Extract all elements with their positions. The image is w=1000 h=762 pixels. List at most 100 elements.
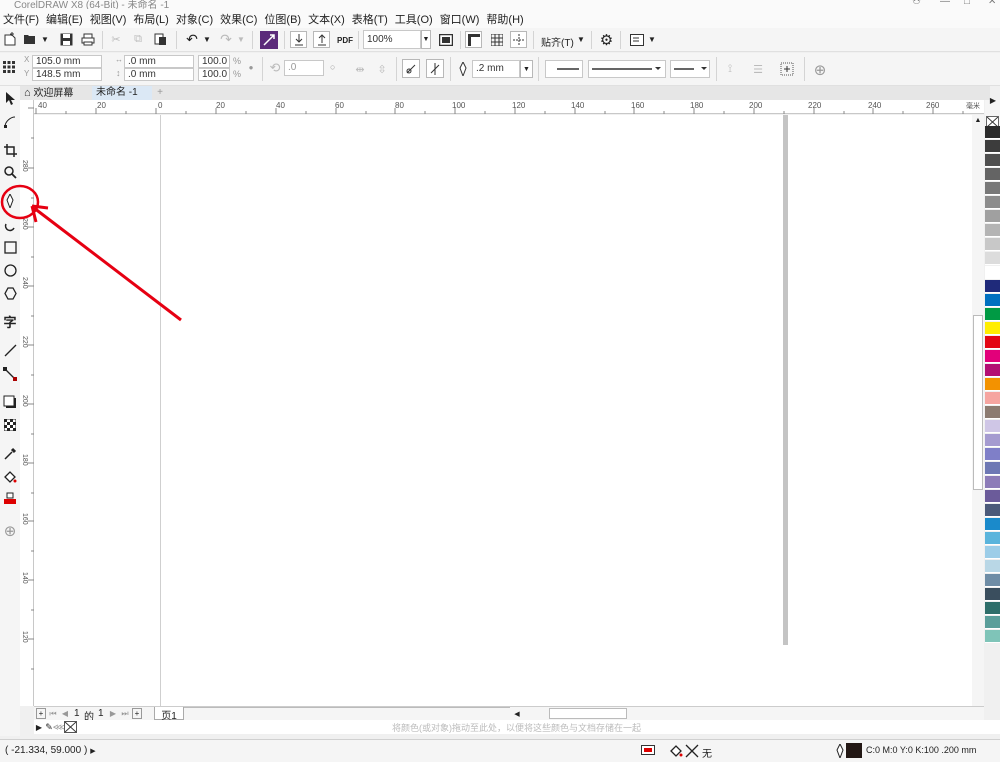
menu-tools[interactable]: 工具(O) [395, 11, 440, 27]
connector-icon[interactable] [0, 364, 20, 384]
artistic-brush-icon[interactable] [0, 216, 20, 236]
add-page-after-icon[interactable]: + [132, 708, 142, 719]
shape-edit-icon[interactable] [0, 112, 20, 132]
menu-table[interactable]: 表格(T) [352, 11, 395, 27]
width-input[interactable]: .0 mm [124, 55, 194, 68]
add-plus-circle-icon[interactable]: ⊕ [811, 61, 829, 79]
menu-object[interactable]: 对象(C) [176, 11, 220, 27]
close-curve-icon[interactable]: ⟟ [722, 61, 738, 77]
import-icon[interactable] [290, 31, 307, 48]
previous-page-icon[interactable]: ◀ [60, 708, 70, 719]
end-arrowhead-select[interactable] [670, 60, 710, 78]
mirror-vertical-icon[interactable]: ⇳ [374, 61, 390, 77]
outline-width-dropdown-arrow[interactable]: ▼ [520, 60, 533, 78]
color-swatch[interactable] [985, 504, 1000, 517]
color-swatch[interactable] [985, 140, 1000, 153]
tab-document[interactable]: 未命名 -1 [92, 86, 152, 100]
undo-dropdown-arrow[interactable]: ▼ [202, 34, 212, 44]
snap-to-label[interactable]: 贴齐(T) [541, 34, 574, 49]
smart-fill-icon[interactable] [0, 489, 20, 509]
options-gear-icon[interactable]: ⚙ [598, 31, 615, 49]
add-tab-button[interactable]: + [153, 86, 167, 100]
color-swatch[interactable] [985, 336, 1000, 349]
close-button[interactable]: ✕ [988, 0, 996, 7]
tab-welcome-screen[interactable]: ⌂ 欢迎屏幕 [20, 86, 94, 100]
menu-view[interactable]: 视图(V) [90, 11, 134, 27]
eyedropper-icon[interactable] [0, 443, 20, 463]
color-swatch[interactable] [985, 392, 1000, 405]
pick-tool-arrow-icon[interactable] [0, 88, 20, 108]
polygon-icon[interactable] [0, 283, 20, 303]
color-swatch[interactable] [985, 322, 1000, 335]
lock-ratio-icon[interactable]: ● [246, 62, 256, 72]
vertical-ruler[interactable]: 280 260 240 220 200 180 160 140 120 [20, 100, 34, 706]
vertical-scrollbar[interactable]: ▲ [972, 115, 984, 706]
application-launcher-icon[interactable] [628, 31, 645, 48]
rotation-angle-input[interactable]: .0 [284, 60, 324, 76]
save-icon[interactable] [58, 31, 74, 47]
height-input[interactable]: .0 mm [124, 68, 194, 81]
cut-icon[interactable]: ✂ [108, 31, 124, 47]
menu-window[interactable]: 窗口(W) [440, 11, 487, 27]
fill-bucket-icon[interactable] [0, 467, 20, 487]
color-swatch[interactable] [985, 476, 1000, 489]
menu-file[interactable]: 文件(F) [3, 11, 46, 27]
color-swatch[interactable] [985, 308, 1000, 321]
color-swatch[interactable] [985, 378, 1000, 391]
zoom-dropdown-arrow[interactable]: ▼ [421, 30, 431, 49]
first-page-icon[interactable]: ⏮ [48, 708, 58, 719]
scroll-up-arrow[interactable]: ▲ [973, 115, 983, 125]
color-swatch[interactable] [985, 560, 1000, 573]
copy-icon[interactable]: ⧉ [130, 31, 146, 47]
scale-x-input[interactable]: 100.0 [198, 55, 230, 68]
color-swatch[interactable] [985, 406, 1000, 419]
color-swatch[interactable] [985, 196, 1000, 209]
drop-shadow-icon[interactable] [0, 392, 20, 412]
last-page-icon[interactable]: ⏭ [120, 708, 130, 719]
color-swatch[interactable] [985, 266, 1000, 279]
scroll-left-arrow[interactable]: ◀ [512, 708, 522, 719]
scale-y-input[interactable]: 100.0 [198, 68, 230, 81]
menu-bitmap[interactable]: 位图(B) [264, 11, 308, 27]
color-swatch[interactable] [985, 238, 1000, 251]
freehand-pen-icon[interactable] [0, 191, 20, 211]
menu-edit[interactable]: 编辑(E) [46, 11, 90, 27]
color-swatch[interactable] [985, 420, 1000, 433]
horizontal-scroll-thumb[interactable] [549, 708, 627, 719]
color-swatch[interactable] [985, 294, 1000, 307]
text-icon[interactable]: 字 [0, 311, 20, 331]
vertical-scroll-thumb[interactable] [973, 315, 983, 490]
next-page-icon[interactable]: ▶ [108, 708, 118, 719]
zoom-level-input[interactable]: 100% [363, 30, 421, 49]
redo-dropdown-arrow[interactable]: ▼ [236, 34, 246, 44]
crop-icon[interactable] [0, 140, 20, 160]
drawing-canvas[interactable] [34, 115, 972, 706]
menu-text[interactable]: 文本(X) [308, 11, 352, 27]
doc-palette-options-icon[interactable]: ⋘ [53, 721, 66, 733]
color-swatch[interactable] [985, 574, 1000, 587]
add-page-before-icon[interactable]: + [36, 708, 46, 719]
color-swatch[interactable] [985, 252, 1000, 265]
doc-palette-none-swatch[interactable] [64, 721, 77, 733]
color-swatch[interactable] [985, 518, 1000, 531]
y-position-input[interactable]: 148.5 mm [32, 68, 102, 81]
menu-help[interactable]: 帮助(H) [486, 11, 530, 27]
full-screen-preview-icon[interactable] [437, 31, 454, 48]
color-swatch[interactable] [985, 364, 1000, 377]
show-grid-icon[interactable] [488, 31, 505, 48]
export-icon[interactable] [313, 31, 330, 48]
color-swatch[interactable] [985, 168, 1000, 181]
dimension-icon[interactable] [0, 340, 20, 360]
print-icon[interactable] [80, 31, 96, 47]
color-swatch[interactable] [985, 448, 1000, 461]
color-swatch[interactable] [985, 280, 1000, 293]
color-swatch[interactable] [985, 350, 1000, 363]
to-curves-icon[interactable] [778, 61, 796, 77]
magnifier-icon[interactable] [0, 162, 20, 182]
color-swatch[interactable] [985, 182, 1000, 195]
snap-dropdown-arrow[interactable]: ▼ [576, 34, 586, 44]
start-arrowhead-select[interactable] [545, 60, 583, 78]
color-swatch[interactable] [985, 126, 1000, 139]
horizontal-ruler[interactable]: 40 20 0 20 40 60 80 100 120 140 160 180 … [34, 100, 984, 114]
menu-layout[interactable]: 布局(L) [133, 11, 175, 27]
